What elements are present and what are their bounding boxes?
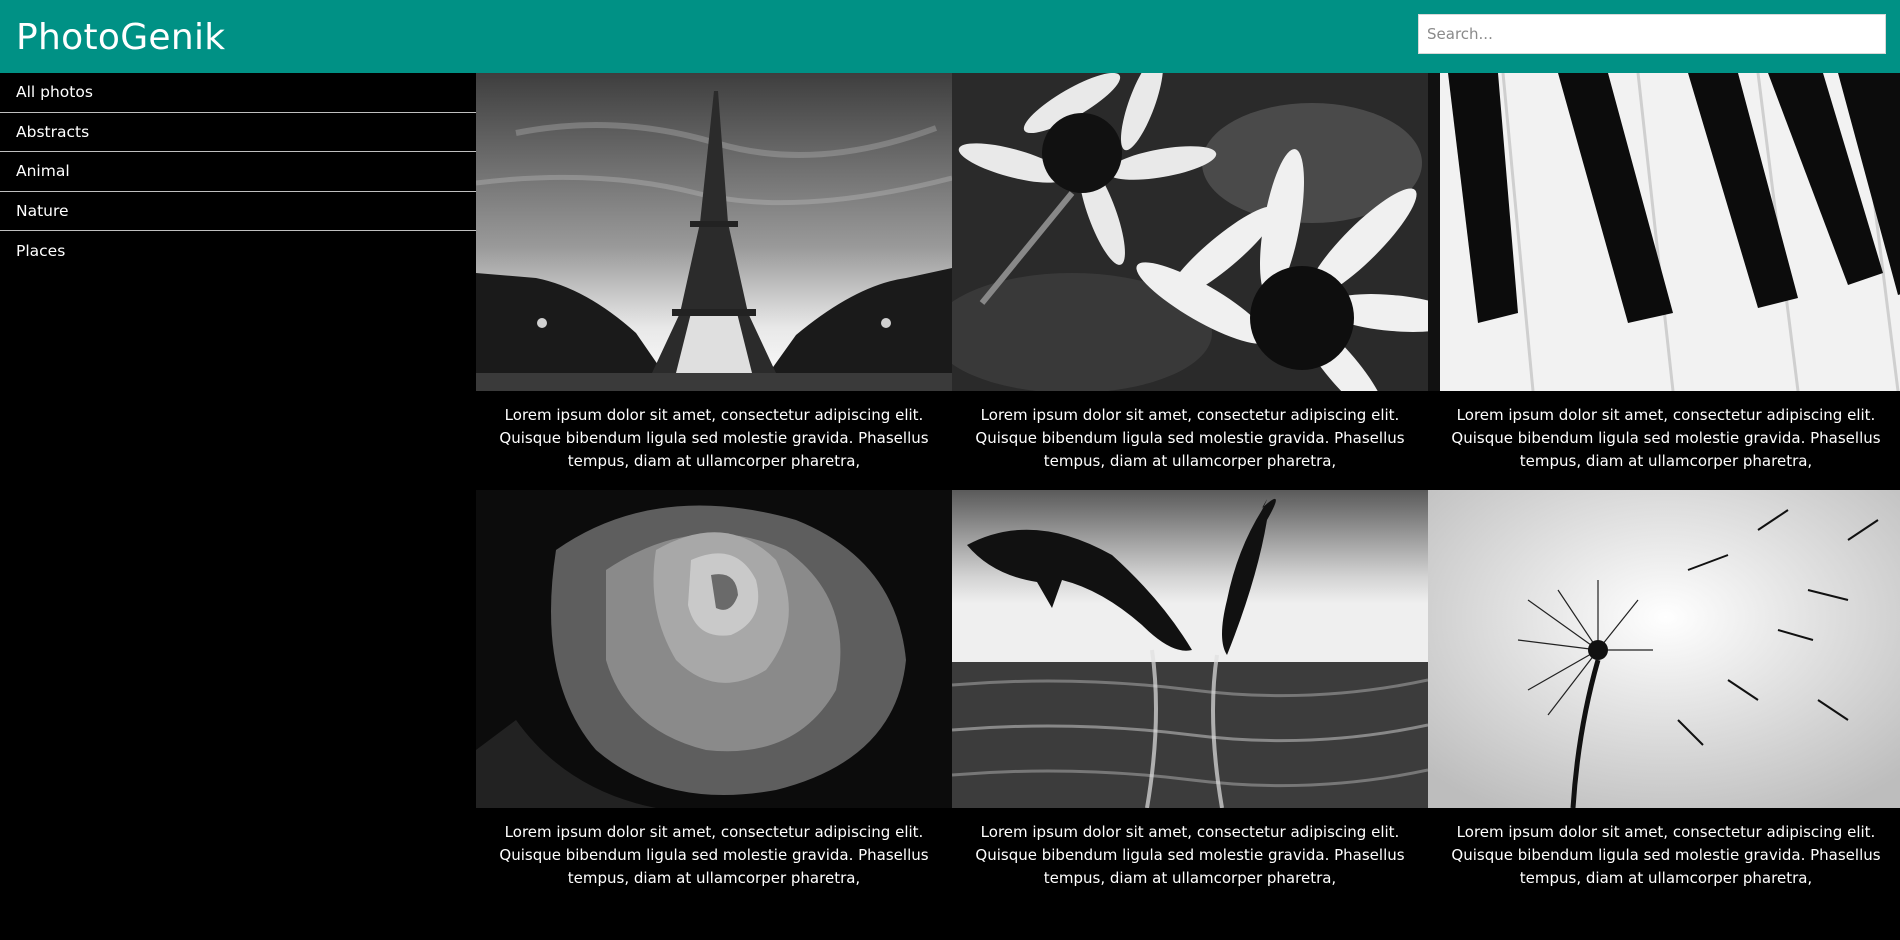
sidebar-item-animal[interactable]: Animal	[0, 152, 476, 192]
gallery-tile: Lorem ipsum dolor sit amet, consectetur …	[1428, 490, 1900, 890]
photo-caption: Lorem ipsum dolor sit amet, consectetur …	[1451, 406, 1881, 470]
gallery-tile: Lorem ipsum dolor sit amet, consectetur …	[476, 73, 952, 473]
gallery-tile: Lorem ipsum dolor sit amet, consectetur …	[952, 73, 1428, 473]
sidebar-item-all-photos[interactable]: All photos	[0, 73, 476, 113]
photo-caption: Lorem ipsum dolor sit amet, consectetur …	[975, 823, 1405, 887]
sidebar-item-places[interactable]: Places	[0, 231, 476, 271]
photo-gallery: Lorem ipsum dolor sit amet, consectetur …	[476, 73, 1900, 940]
search-input[interactable]	[1418, 14, 1886, 54]
photo-caption: Lorem ipsum dolor sit amet, consectetur …	[1451, 823, 1881, 887]
photo-dolphins[interactable]	[952, 490, 1428, 808]
sidebar-item-abstracts[interactable]: Abstracts	[0, 113, 476, 152]
photo-caption: Lorem ipsum dolor sit amet, consectetur …	[499, 823, 929, 887]
photo-daisies[interactable]	[952, 73, 1428, 391]
photo-piano-keys[interactable]	[1428, 73, 1900, 391]
gallery-tile: Lorem ipsum dolor sit amet, consectetur …	[1428, 73, 1900, 473]
top-bar: PhotoGenik	[0, 0, 1900, 73]
photo-rose[interactable]	[476, 490, 952, 808]
photo-dandelion[interactable]	[1428, 490, 1900, 808]
photo-caption: Lorem ipsum dolor sit amet, consectetur …	[499, 406, 929, 470]
sidebar-item-nature[interactable]: Nature	[0, 192, 476, 231]
app-logo-title[interactable]: PhotoGenik	[16, 16, 225, 60]
sidebar-nav: All photos Abstracts Animal Nature Place…	[0, 73, 476, 271]
gallery-tile: Lorem ipsum dolor sit amet, consectetur …	[952, 490, 1428, 890]
photo-eiffel-tower[interactable]	[476, 73, 952, 391]
gallery-tile: Lorem ipsum dolor sit amet, consectetur …	[476, 490, 952, 890]
photo-caption: Lorem ipsum dolor sit amet, consectetur …	[975, 406, 1405, 470]
